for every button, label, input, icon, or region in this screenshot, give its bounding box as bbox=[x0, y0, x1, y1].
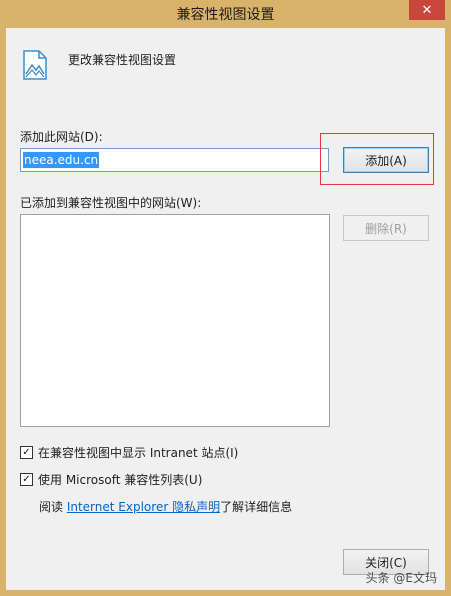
intranet-label: 在兼容性视图中显示 Intranet 站点(I) bbox=[38, 446, 239, 460]
added-sites-list[interactable] bbox=[20, 214, 330, 427]
privacy-prefix: 阅读 bbox=[39, 500, 67, 514]
compatibility-view-dialog: 兼容性视图设置 ✕ 更改兼容性视图设置 添加此网站(D): neea.edu.c… bbox=[0, 0, 451, 596]
document-mountain-icon bbox=[23, 50, 47, 80]
ms-list-option[interactable]: ✓ 使用 Microsoft 兼容性列表(U) bbox=[20, 471, 202, 488]
ms-list-label: 使用 Microsoft 兼容性列表(U) bbox=[38, 473, 203, 487]
privacy-link[interactable]: Internet Explorer 隐私声明 bbox=[67, 500, 220, 514]
title-bar[interactable]: 兼容性视图设置 ✕ bbox=[0, 0, 451, 28]
ms-list-checkbox[interactable]: ✓ bbox=[20, 473, 33, 486]
add-site-input[interactable]: neea.edu.cn bbox=[20, 148, 329, 172]
header-text: 更改兼容性视图设置 bbox=[68, 53, 177, 67]
add-button[interactable]: 添加(A) bbox=[343, 147, 429, 173]
close-window-button[interactable]: ✕ bbox=[409, 0, 445, 20]
intranet-option[interactable]: ✓ 在兼容性视图中显示 Intranet 站点(I) bbox=[20, 444, 238, 461]
privacy-suffix: 了解详细信息 bbox=[220, 500, 293, 514]
added-sites-label: 已添加到兼容性视图中的网站(W): bbox=[20, 196, 202, 210]
add-site-input-value: neea.edu.cn bbox=[23, 152, 100, 168]
privacy-info: 阅读 Internet Explorer 隐私声明了解详细信息 bbox=[39, 498, 292, 515]
intranet-checkbox[interactable]: ✓ bbox=[20, 446, 33, 459]
dialog-body: 更改兼容性视图设置 添加此网站(D): neea.edu.cn 添加(A) 已添… bbox=[6, 28, 445, 590]
close-icon: ✕ bbox=[421, 2, 433, 18]
remove-button[interactable]: 删除(R) bbox=[343, 215, 429, 241]
watermark: 头条 @E文玛 bbox=[365, 571, 437, 585]
add-site-label: 添加此网站(D): bbox=[20, 130, 103, 144]
window-title: 兼容性视图设置 bbox=[176, 7, 275, 23]
